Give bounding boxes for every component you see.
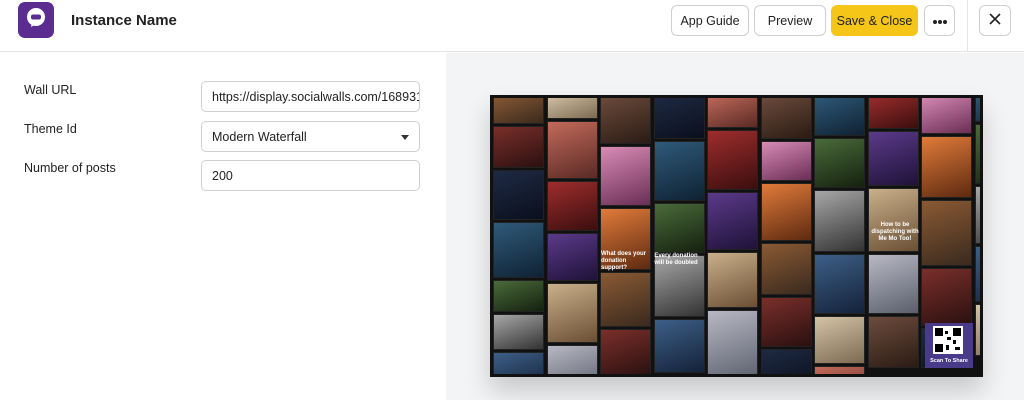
post-tile xyxy=(493,222,544,278)
theme-id-value: Modern Waterfall xyxy=(212,129,307,144)
post-tile xyxy=(707,252,758,308)
wall-url-label: Wall URL xyxy=(24,83,77,97)
question-overlay-text: What does your donation support? xyxy=(601,251,647,271)
chevron-down-icon xyxy=(401,135,409,140)
post-tile xyxy=(814,316,865,364)
post-tile xyxy=(654,375,705,377)
post-tile xyxy=(600,98,651,144)
post-tile xyxy=(600,272,651,327)
post-tile xyxy=(974,186,980,244)
post-tile xyxy=(974,246,980,302)
post-tile xyxy=(653,141,705,201)
post-tile xyxy=(814,254,865,314)
close-icon xyxy=(989,13,1001,28)
post-tile xyxy=(921,136,972,198)
post-tile xyxy=(653,98,705,139)
more-options-button[interactable] xyxy=(924,5,955,36)
qr-tile: Scan To Share xyxy=(925,323,973,368)
post-tile xyxy=(546,233,598,281)
post-tile xyxy=(600,329,651,374)
post-tile xyxy=(760,183,812,241)
post-tile xyxy=(707,130,758,190)
top-bar: Instance Name App Guide Preview Save & C… xyxy=(0,0,1024,52)
post-tile xyxy=(493,280,544,312)
post-tile xyxy=(921,98,972,134)
post-tile xyxy=(814,138,865,188)
chat-bubble-icon xyxy=(25,7,47,34)
wall-url-input[interactable]: https://display.socialwalls.com/168931 xyxy=(201,81,420,112)
post-tile xyxy=(814,190,865,252)
post-tile xyxy=(707,310,758,374)
post-tile xyxy=(921,200,972,266)
instance-title: Instance Name xyxy=(71,12,177,29)
post-tile xyxy=(760,141,812,181)
qr-code-icon xyxy=(933,326,963,354)
post-tile xyxy=(867,131,919,186)
post-tile xyxy=(974,124,980,184)
post-tile xyxy=(546,98,598,119)
post-tile xyxy=(814,366,865,374)
header-divider xyxy=(967,0,968,52)
post-tile xyxy=(600,146,651,206)
qr-caption: Scan To Share xyxy=(930,358,968,364)
app-guide-button[interactable]: App Guide xyxy=(671,5,749,36)
preview-panel: Every donation will be doubled How to be… xyxy=(446,53,1024,400)
post-tile xyxy=(760,297,812,347)
post-tile xyxy=(760,243,812,295)
post-tile xyxy=(546,121,598,179)
theme-id-label: Theme Id xyxy=(24,122,77,136)
post-tile xyxy=(653,319,705,373)
save-close-button[interactable]: Save & Close xyxy=(831,5,918,36)
post-tile xyxy=(546,283,598,343)
post-tile xyxy=(867,316,919,368)
post-tile xyxy=(814,98,865,136)
post-tile xyxy=(760,98,812,139)
howto-overlay-text: How to be dispatching with Me Mo Too! xyxy=(871,222,919,242)
post-tile xyxy=(493,314,544,350)
preview-button[interactable]: Preview xyxy=(754,5,826,36)
close-button[interactable] xyxy=(979,5,1011,36)
post-tile xyxy=(974,304,980,356)
num-posts-label: Number of posts xyxy=(24,161,116,175)
post-tile xyxy=(546,345,598,374)
post-tile xyxy=(867,254,919,314)
post-tile xyxy=(707,98,758,128)
theme-id-select[interactable]: Modern Waterfall xyxy=(201,121,420,152)
post-tile xyxy=(974,98,980,122)
num-posts-input[interactable]: 200 xyxy=(201,160,420,191)
post-tile xyxy=(546,181,598,231)
donation-overlay-text: Every donation will be doubled xyxy=(654,253,698,266)
app-logo xyxy=(18,2,54,38)
post-tile xyxy=(493,170,544,220)
post-tile xyxy=(493,352,544,374)
settings-panel: Wall URL https://display.socialwalls.com… xyxy=(0,53,446,400)
wall-preview-screen: Every donation will be doubled How to be… xyxy=(490,95,983,377)
post-tile xyxy=(653,203,705,253)
post-tile xyxy=(493,98,544,124)
post-tile xyxy=(921,268,972,326)
post-tile xyxy=(867,98,919,129)
post-tile xyxy=(493,126,544,168)
post-tile xyxy=(707,192,758,250)
post-tile xyxy=(760,349,812,374)
ellipsis-icon xyxy=(932,14,948,28)
